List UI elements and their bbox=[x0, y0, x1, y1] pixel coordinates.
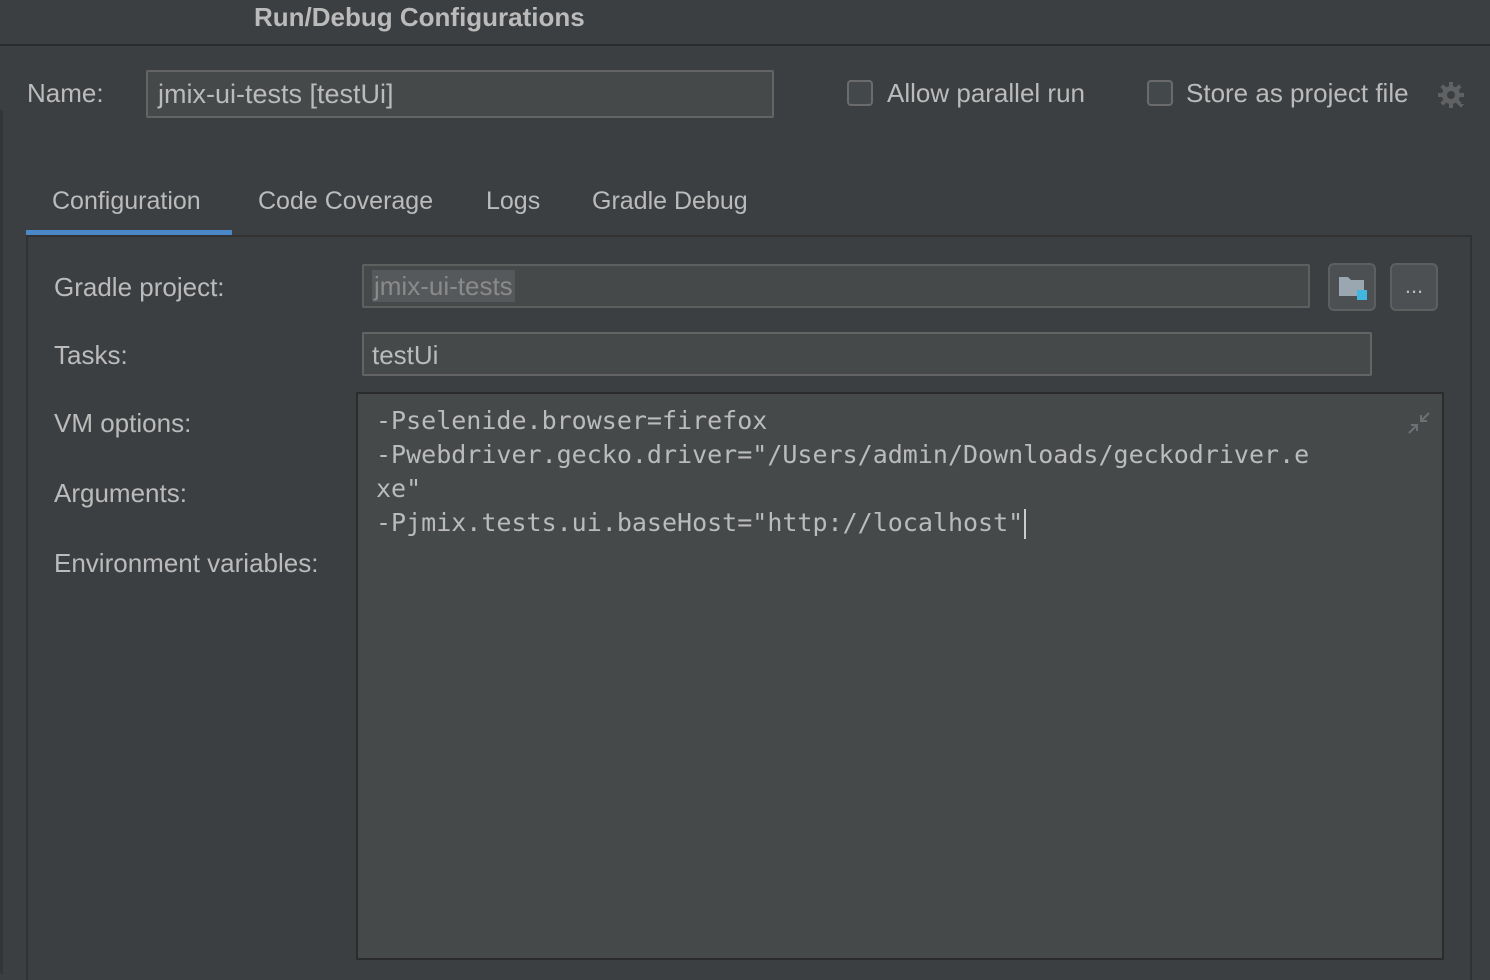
folder-icon bbox=[1339, 277, 1367, 300]
allow-parallel-run-checkbox[interactable] bbox=[847, 80, 873, 106]
vm-options-line: xe" bbox=[376, 474, 422, 503]
tab-gradle-debug[interactable]: Gradle Debug bbox=[592, 186, 748, 216]
dialog-title: Run/Debug Configurations bbox=[254, 2, 585, 32]
allow-parallel-run-label[interactable]: Allow parallel run bbox=[887, 78, 1085, 108]
tasks-input[interactable]: testUi bbox=[362, 332, 1372, 376]
more-options-label: ... bbox=[1404, 273, 1424, 298]
vm-options-line-last: -Pjmix.tests.ui.baseHost="http://localho… bbox=[376, 506, 1027, 540]
gradle-project-field[interactable]: jmix-ui-tests bbox=[362, 264, 1310, 308]
tab-logs[interactable]: Logs bbox=[486, 186, 540, 216]
vm-options-editor[interactable]: -Pselenide.browser=firefox -Pwebdriver.g… bbox=[356, 392, 1444, 960]
more-options-button[interactable]: ... bbox=[1390, 263, 1438, 311]
tasks-value: testUi bbox=[372, 340, 439, 370]
gradle-project-label: Gradle project: bbox=[54, 272, 225, 302]
vm-options-label: VM options: bbox=[54, 408, 192, 438]
tab-code-coverage[interactable]: Code Coverage bbox=[258, 186, 433, 216]
collapse-icon[interactable] bbox=[1406, 410, 1432, 436]
tab-configuration[interactable]: Configuration bbox=[52, 186, 201, 216]
left-edge-divider bbox=[0, 110, 3, 974]
vm-options-line: -Pwebdriver.gecko.driver="/Users/admin/D… bbox=[376, 440, 1310, 469]
store-as-project-file-checkbox[interactable] bbox=[1147, 80, 1173, 106]
environment-variables-label: Environment variables: bbox=[54, 548, 319, 578]
name-label: Name: bbox=[27, 78, 104, 108]
gradle-project-value: jmix-ui-tests bbox=[372, 270, 515, 302]
title-bar: Run/Debug Configurations bbox=[0, 0, 1490, 46]
vm-options-line: -Pselenide.browser=firefox bbox=[376, 406, 768, 435]
store-as-project-file-label[interactable]: Store as project file bbox=[1186, 78, 1409, 108]
name-input[interactable]: jmix-ui-tests [testUi] bbox=[146, 70, 774, 118]
text-caret bbox=[1024, 509, 1027, 539]
gear-icon[interactable] bbox=[1436, 80, 1466, 110]
tasks-label: Tasks: bbox=[54, 340, 128, 370]
arguments-label: Arguments: bbox=[54, 478, 187, 508]
vm-options-line: -Pjmix.tests.ui.baseHost="http://localho… bbox=[376, 508, 1024, 537]
browse-project-button[interactable] bbox=[1328, 263, 1376, 311]
